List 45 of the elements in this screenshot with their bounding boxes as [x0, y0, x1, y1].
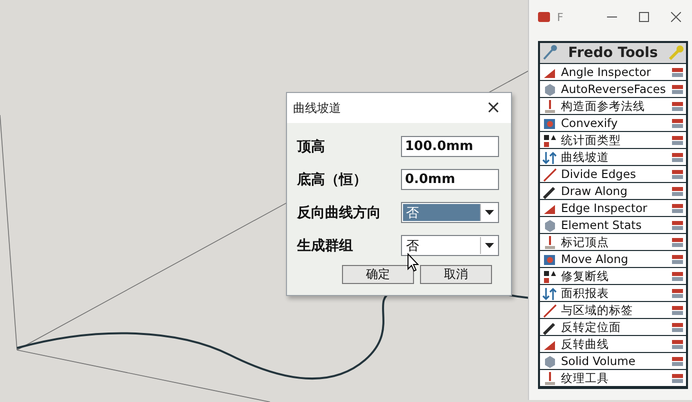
field-label: 底高（恒） — [297, 170, 367, 188]
input-field[interactable]: 100.0mm — [401, 136, 499, 157]
tool-item[interactable]: Move Along — [540, 251, 686, 267]
tool-item[interactable]: Edge Inspector — [540, 200, 686, 216]
panel-title: Fredo Tools — [568, 45, 658, 61]
tool-item[interactable]: 统计面类型 — [540, 132, 686, 148]
tool-item[interactable]: 面积报表 — [540, 285, 686, 301]
squares-icon — [542, 268, 557, 284]
input-field[interactable]: 0.0mm — [401, 169, 499, 190]
arrows-icon — [542, 286, 557, 300]
tool-item[interactable]: 反转曲线 — [540, 336, 686, 352]
squares-icon — [542, 132, 557, 148]
tool-item[interactable]: 与区域的标签 — [540, 302, 686, 318]
tool-item[interactable]: AutoReverseFaces — [540, 81, 686, 97]
tool-item[interactable]: Element Stats — [540, 217, 686, 233]
tool-item[interactable]: Convexify — [540, 115, 686, 131]
app-icon — [537, 10, 551, 24]
tool-item[interactable]: 反转定位面 — [540, 319, 686, 335]
tool-item[interactable]: Solid Volume — [540, 353, 686, 369]
tool-item[interactable]: Divide Edges — [540, 166, 686, 182]
arrows-icon — [542, 150, 557, 164]
dialog-title: 曲线坡道 — [293, 100, 341, 116]
dialog-button[interactable]: 取消 — [420, 265, 492, 284]
maximize-icon[interactable] — [639, 12, 649, 22]
tool-item[interactable]: Angle Inspector — [540, 64, 686, 80]
field-label: 生成群组 — [297, 236, 353, 254]
close-icon[interactable] — [671, 12, 681, 22]
tool-item[interactable]: 修复断线 — [540, 268, 686, 284]
window-title: F — [557, 10, 564, 24]
caret-icon — [484, 210, 494, 215]
close-button[interactable]: × — [486, 99, 501, 117]
tool-item[interactable]: 构造面参考法线 — [540, 98, 686, 114]
dialog-button[interactable]: 确定 — [342, 265, 414, 284]
dropdown[interactable]: 否 — [401, 202, 499, 223]
field-label: 顶高 — [297, 138, 325, 156]
tool-item[interactable]: Draw Along — [540, 183, 686, 199]
line-icon — [542, 302, 557, 318]
line-icon — [542, 166, 557, 182]
tool-item[interactable]: 标记顶点 — [540, 234, 686, 250]
tool-item[interactable]: 曲线坡道 — [540, 149, 686, 165]
field-label: 反向曲线方向 — [297, 204, 381, 222]
tool-item[interactable]: 纹理工具 — [540, 370, 686, 386]
dropdown[interactable]: 否 — [401, 235, 499, 256]
caret-icon — [484, 243, 494, 248]
cursor-icon — [407, 253, 419, 273]
